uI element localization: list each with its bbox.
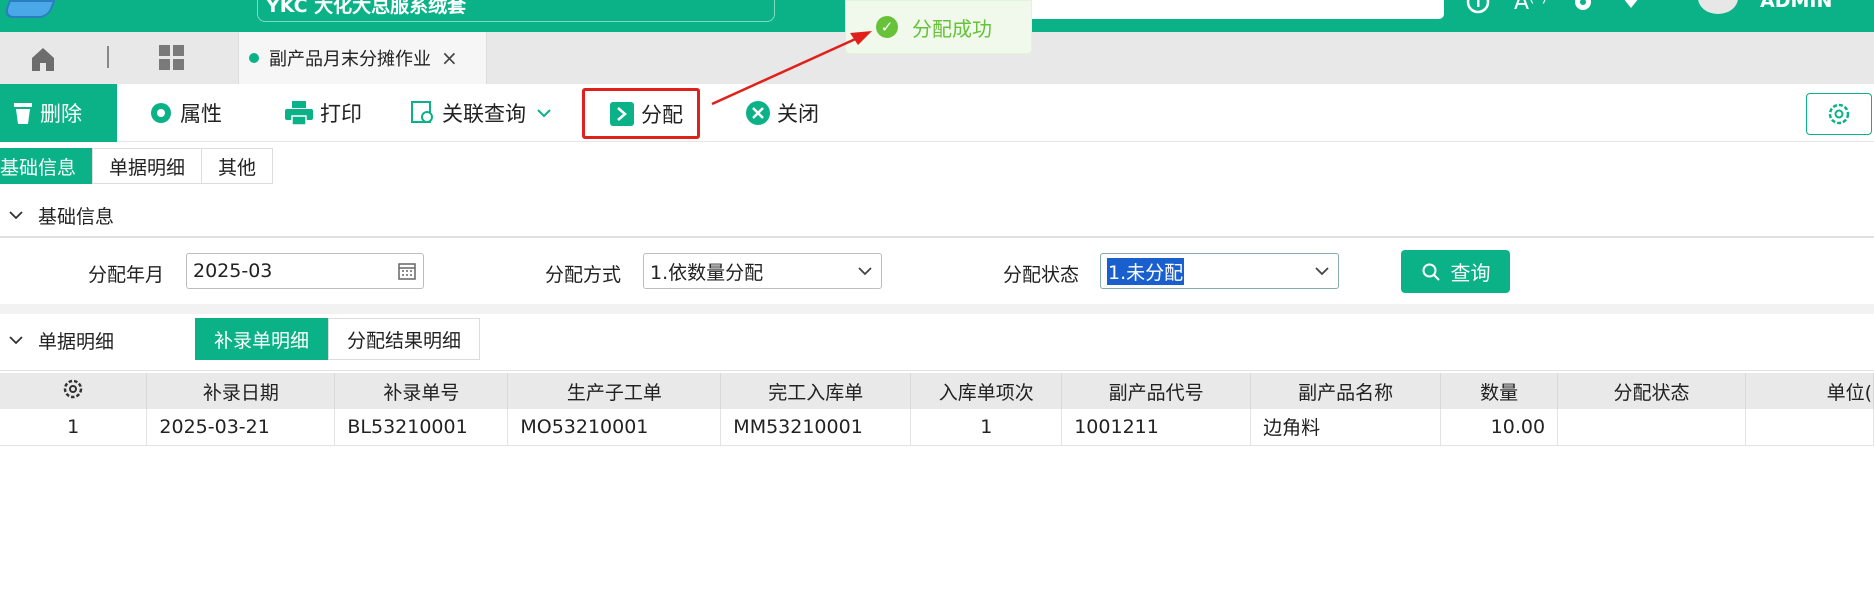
allocate-button[interactable]: 分配 — [582, 88, 700, 139]
gear-icon — [151, 103, 171, 123]
column-header[interactable]: 副产品名称 — [1250, 373, 1442, 409]
basic-info-group-header[interactable]: 基础信息 — [0, 194, 1874, 238]
cell-mm-no: MM53210001 — [720, 409, 912, 446]
query-button[interactable]: 查询 — [1401, 250, 1510, 293]
status-label: 分配状态 — [1003, 264, 1080, 286]
tab-document-detail[interactable]: 单据明细 — [92, 148, 203, 184]
tab-allocation-result-detail[interactable]: 分配结果明细 — [328, 318, 481, 360]
chevron-down-icon — [858, 267, 872, 276]
toast-message: 分配成功 — [912, 16, 992, 41]
column-header[interactable]: 生产子工单 — [507, 373, 722, 409]
close-tab-icon[interactable]: × — [441, 46, 458, 70]
period-input[interactable]: 2025-03 — [186, 253, 424, 289]
period-value: 2025-03 — [193, 260, 273, 282]
global-search-input[interactable] — [1010, 0, 1444, 19]
chevron-down-icon — [9, 336, 23, 345]
avatar[interactable] — [1698, 0, 1738, 14]
cell-unit — [1745, 409, 1874, 446]
tab-basic-info[interactable]: 基础信息 — [0, 148, 94, 184]
check-circle-icon: ✓ — [876, 16, 898, 38]
system-title-box: YKC 大化大总服系绒套 — [257, 0, 775, 22]
print-button[interactable]: 打印 — [284, 84, 362, 142]
column-header[interactable]: 补录单号 — [334, 373, 509, 409]
cell-mo-no: MO53210001 — [507, 409, 722, 446]
row-number: 1 — [0, 409, 148, 446]
column-header[interactable]: 单位( — [1745, 373, 1874, 409]
chevron-down-icon — [537, 109, 551, 118]
column-header[interactable]: 补录日期 — [146, 373, 336, 409]
query-label: 查询 — [1450, 261, 1491, 285]
run-icon — [610, 101, 634, 126]
section-tabs: 基础信息 单据明细 其他 — [0, 148, 274, 184]
allocate-label: 分配 — [641, 102, 683, 127]
close-label: 关闭 — [777, 102, 819, 126]
column-header[interactable]: 数量 — [1440, 373, 1559, 409]
active-tab-dot — [249, 53, 259, 63]
system-title: YKC 大化大总服系绒套 — [266, 0, 467, 17]
gear-icon[interactable] — [61, 377, 85, 401]
print-label: 打印 — [320, 102, 362, 126]
app-logo — [2, 0, 56, 18]
search-icon — [1422, 263, 1440, 281]
trash-icon — [14, 103, 32, 124]
column-header[interactable]: 分配状态 — [1557, 373, 1746, 409]
cell-status — [1557, 409, 1746, 446]
column-header[interactable]: 完工入库单 — [720, 373, 912, 409]
bell-icon[interactable] — [1619, 0, 1643, 14]
tab-label: 副产品月末分摊作业 — [269, 49, 431, 70]
method-label: 分配方式 — [545, 264, 622, 286]
tab-other[interactable]: 其他 — [201, 148, 274, 184]
apps-grid-icon[interactable] — [158, 44, 186, 72]
detail-table-container: 补录日期 补录单号 生产子工单 完工入库单 入库单项次 副产品代号 副产品名称 … — [0, 370, 1874, 605]
document-search-icon — [411, 101, 433, 123]
printer-icon — [285, 101, 313, 126]
method-select[interactable]: 1.依数量分配 — [643, 253, 882, 289]
cell-code: 1001211 — [1061, 409, 1252, 446]
related-query-label: 关联查询 — [442, 102, 526, 126]
cell-qty: 10.00 — [1440, 409, 1559, 446]
cell-bl-no: BL53210001 — [334, 409, 509, 446]
detail-table: 补录日期 补录单号 生产子工单 完工入库单 入库单项次 副产品代号 副产品名称 … — [0, 373, 1874, 446]
cell-item-seq: 1 — [910, 409, 1063, 446]
gear-icon — [1828, 103, 1850, 125]
cell-name: 边角料 — [1250, 409, 1442, 446]
detail-tabs: 补录单明细 分配结果明细 — [195, 318, 481, 360]
status-value: 1.未分配 — [1107, 257, 1185, 285]
cell-date: 2025-03-21 — [146, 409, 336, 446]
close-circle-icon — [746, 101, 770, 125]
period-label: 分配年月 — [88, 264, 165, 286]
chevron-down-icon — [1315, 267, 1329, 276]
info-icon[interactable] — [1466, 0, 1490, 14]
gear-icon[interactable] — [1571, 0, 1595, 14]
text-icon[interactable]: A⁽ ⁾ — [1514, 0, 1547, 15]
delete-label: 删除 — [40, 102, 82, 126]
column-header[interactable]: 副产品代号 — [1061, 373, 1252, 409]
username[interactable]: ADMIN — [1760, 0, 1832, 12]
header-icons: A⁽ ⁾ — [1466, 0, 1643, 15]
calendar-icon[interactable] — [397, 261, 417, 281]
table-row[interactable]: 1 2025-03-21 BL53210001 MO53210001 MM532… — [0, 409, 1874, 446]
method-value: 1.依数量分配 — [650, 261, 764, 284]
column-settings-cell[interactable] — [0, 373, 148, 409]
status-select[interactable]: 1.未分配 — [1100, 253, 1339, 289]
toolbar: 删除 属性 打印 关联查询 分配 关闭 — [0, 84, 1874, 142]
column-header[interactable]: 入库单项次 — [910, 373, 1063, 409]
close-button[interactable]: 关闭 — [745, 84, 819, 142]
tab-by-product-allocation[interactable]: 副产品月末分摊作业 × — [238, 32, 487, 84]
chevron-down-icon — [9, 211, 23, 220]
home-icon[interactable] — [28, 44, 58, 74]
success-toast: ✓ 分配成功 — [845, 0, 1032, 54]
table-header-row: 补录日期 补录单号 生产子工单 完工入库单 入库单项次 副产品代号 副产品名称 … — [0, 373, 1874, 409]
attributes-label: 属性 — [180, 102, 222, 126]
delete-button[interactable]: 删除 — [0, 84, 117, 142]
related-query-dropdown[interactable]: 关联查询 — [410, 84, 560, 142]
section-separator — [0, 304, 1874, 314]
settings-button[interactable] — [1806, 93, 1872, 135]
basic-info-title: 基础信息 — [38, 205, 115, 228]
detail-group-title: 单据明细 — [38, 330, 115, 353]
tab-supplement-detail[interactable]: 补录单明细 — [195, 318, 329, 360]
tab-divider — [107, 46, 109, 68]
attributes-button[interactable]: 属性 — [148, 84, 222, 142]
